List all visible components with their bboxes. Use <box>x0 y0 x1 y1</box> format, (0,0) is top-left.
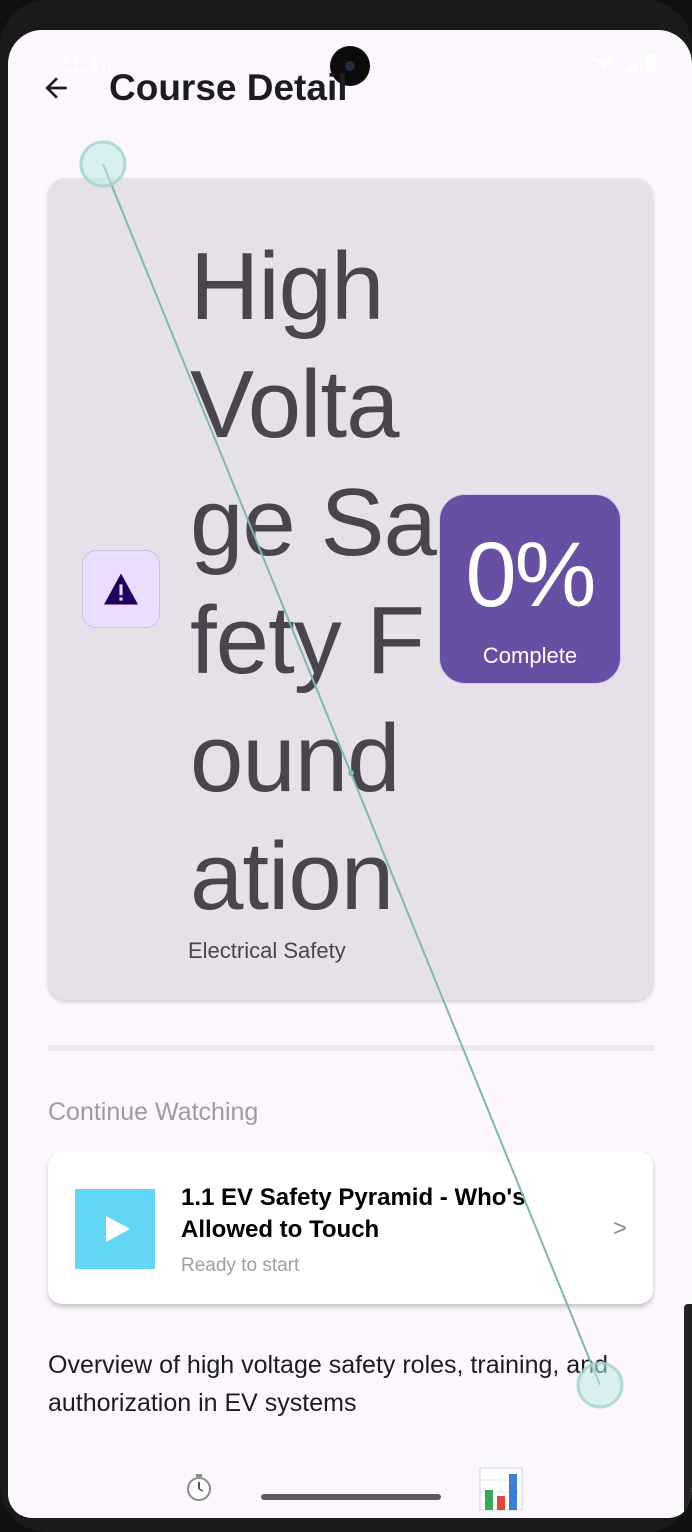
course-hero-card: High Voltage Safety Foundation Electrica… <box>48 178 653 1000</box>
chart-icon[interactable] <box>478 1466 524 1512</box>
back-button[interactable] <box>34 66 78 110</box>
course-icon-badge <box>82 550 160 628</box>
bottom-navigation <box>8 1460 692 1518</box>
page-title: Course Detail <box>109 67 348 108</box>
top-app-bar: Course Detail <box>8 60 692 116</box>
lesson-status: Ready to start <box>181 1255 300 1276</box>
course-title: High Voltage Safety Foundation <box>190 233 437 930</box>
app-screen: 11:14 Course Detail High Voltage Safety … <box>8 30 692 1518</box>
chevron-right-icon: > <box>612 1215 627 1242</box>
warning-icon <box>104 573 138 605</box>
timer-icon[interactable] <box>184 1472 214 1502</box>
course-description: Overview of high voltage safety roles, t… <box>48 1351 609 1417</box>
continue-watching-heading: Continue Watching <box>48 1098 259 1126</box>
course-category: Electrical Safety <box>188 938 346 963</box>
section-divider <box>48 1045 654 1051</box>
progress-value: 0% <box>465 524 597 626</box>
device-frame: 11:14 Course Detail High Voltage Safety … <box>0 0 692 1532</box>
progress-label: Complete <box>482 643 578 668</box>
home-indicator[interactable] <box>261 1494 441 1500</box>
scrollbar-thumb[interactable] <box>684 1304 692 1518</box>
continue-lesson-card[interactable]: 1.1 EV Safety Pyramid - Who's Allowed to… <box>48 1152 653 1304</box>
arrow-back-icon <box>45 77 67 99</box>
progress-box: 0% Complete <box>439 494 621 684</box>
play-icon <box>106 1216 130 1242</box>
lesson-title: 1.1 EV Safety Pyramid - Who's Allowed to… <box>181 1184 526 1243</box>
lesson-thumbnail <box>75 1189 155 1269</box>
